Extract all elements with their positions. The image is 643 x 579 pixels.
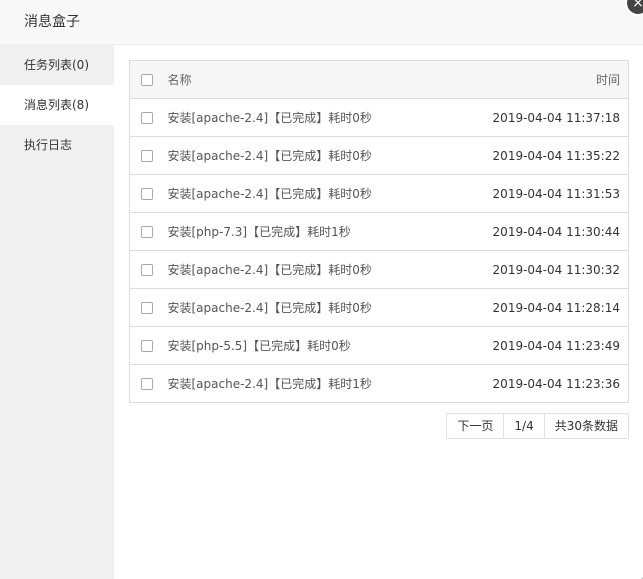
message-time: 2019-04-04 11:23:49 [445,326,629,365]
message-time: 2019-04-04 11:28:14 [445,288,629,327]
table-row: 安装[php-7.3]【已完成】耗时1秒 2019-04-04 11:30:44 [129,212,629,251]
message-name: 安装[php-5.5]【已完成】耗时0秒 [159,326,446,365]
row-checkbox[interactable] [140,188,153,200]
table-row: 安装[apache-2.4]【已完成】耗时0秒 2019-04-04 11:35:… [129,136,629,175]
next-page-button[interactable]: 下一页 [446,413,505,439]
sidebar-item-task-list[interactable]: 任务列表(0) [0,45,114,85]
message-time: 2019-04-04 11:31:53 [445,174,629,213]
message-name: 安装[apache-2.4]【已完成】耗时0秒 [159,288,446,327]
message-time: 2019-04-04 11:37:18 [445,98,629,137]
table-header-row: 名称 时间 [129,60,629,99]
pagination: 下一页 1/4 共30条数据 [129,413,629,439]
message-list-panel: 名称 时间 安装[apache-2.4]【已完成】耗时0秒 2019-04-04 … [114,45,643,579]
message-name: 安装[php-7.3]【已完成】耗时1秒 [159,212,446,251]
sidebar: 任务列表(0) 消息列表(8) 执行日志 [0,45,114,579]
row-checkbox[interactable] [140,378,153,390]
message-name: 安装[apache-2.4]【已完成】耗时0秒 [159,174,446,213]
table-row: 安装[apache-2.4]【已完成】耗时0秒 2019-04-04 11:28:… [129,288,629,327]
table-row: 安装[apache-2.4]【已完成】耗时0秒 2019-04-04 11:37:… [129,98,629,137]
row-checkbox[interactable] [140,264,153,276]
total-count: 共30条数据 [543,413,629,439]
message-name: 安装[apache-2.4]【已完成】耗时0秒 [159,250,446,289]
message-box-modal: 消息盒子 × 任务列表(0) 消息列表(8) 执行日志 名称 时间 安装[apa… [0,0,643,579]
table-row: 安装[php-5.5]【已完成】耗时0秒 2019-04-04 11:23:49 [129,326,629,365]
table-row: 安装[apache-2.4]【已完成】耗时0秒 2019-04-04 11:30:… [129,250,629,289]
message-name: 安装[apache-2.4]【已完成】耗时0秒 [159,136,446,175]
modal-header: 消息盒子 [0,0,643,45]
sidebar-item-execution-log[interactable]: 执行日志 [0,125,114,165]
message-time: 2019-04-04 11:30:44 [445,212,629,251]
row-checkbox[interactable] [140,340,153,352]
page-indicator: 1/4 [503,413,545,439]
table-row: 安装[apache-2.4]【已完成】耗时0秒 2019-04-04 11:31:… [129,174,629,213]
sidebar-item-label: 任务列表(0) [24,58,89,72]
table-row: 安装[apache-2.4]【已完成】耗时1秒 2019-04-04 11:23:… [129,364,629,403]
row-checkbox[interactable] [140,226,153,238]
select-all-checkbox[interactable] [140,74,153,86]
message-time: 2019-04-04 11:35:22 [445,136,629,175]
message-time: 2019-04-04 11:30:32 [445,250,629,289]
sidebar-item-label: 消息列表(8) [24,98,89,112]
row-checkbox[interactable] [140,112,153,124]
column-header-time: 时间 [445,60,629,99]
sidebar-item-label: 执行日志 [24,138,73,152]
row-checkbox[interactable] [140,150,153,162]
sidebar-item-message-list[interactable]: 消息列表(8) [0,85,114,125]
message-time: 2019-04-04 11:23:36 [445,364,629,403]
row-checkbox[interactable] [140,302,153,314]
message-table: 名称 时间 安装[apache-2.4]【已完成】耗时0秒 2019-04-04 … [129,60,629,403]
message-name: 安装[apache-2.4]【已完成】耗时1秒 [159,364,446,403]
column-header-name: 名称 [159,60,446,99]
message-name: 安装[apache-2.4]【已完成】耗时0秒 [159,98,446,137]
modal-title: 消息盒子 [24,14,80,30]
